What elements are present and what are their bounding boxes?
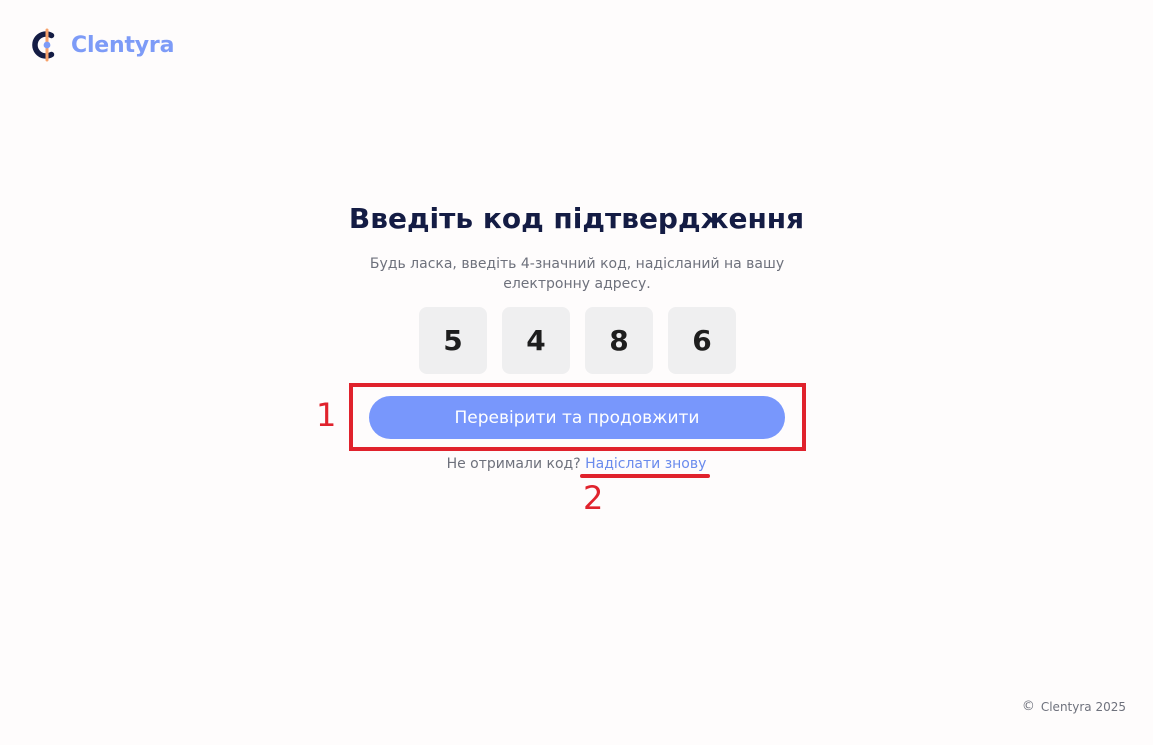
brand[interactable]: Clentyra <box>31 28 174 62</box>
resend-code-link[interactable]: Надіслати знову <box>585 456 706 472</box>
annotation-marker-1: 1 <box>316 396 337 434</box>
brand-name: Clentyra <box>71 32 175 58</box>
code-digit-1[interactable] <box>419 307 487 374</box>
code-digit-4[interactable] <box>668 307 736 374</box>
code-digit-2[interactable] <box>502 307 570 374</box>
verification-code-inputs <box>419 307 736 374</box>
resend-row: Не отримали код? Надіслати знову <box>0 456 1153 472</box>
page-subtitle: Будь ласка, введіть 4-значний код, надіс… <box>369 256 785 292</box>
footer: © Clentyra 2025 <box>1022 699 1126 714</box>
code-digit-3[interactable] <box>585 307 653 374</box>
copyright-icon: © <box>1021 699 1035 714</box>
annotation-marker-2: 2 <box>583 479 604 517</box>
clentyra-logo-icon <box>32 28 55 62</box>
page-title: Введіть код підтвердження <box>348 202 805 235</box>
annotation-underline <box>580 474 710 478</box>
annotation-highlight-box <box>349 383 806 451</box>
footer-text: Clentyra 2025 <box>1040 699 1126 714</box>
resend-prompt: Не отримали код? <box>446 456 581 472</box>
